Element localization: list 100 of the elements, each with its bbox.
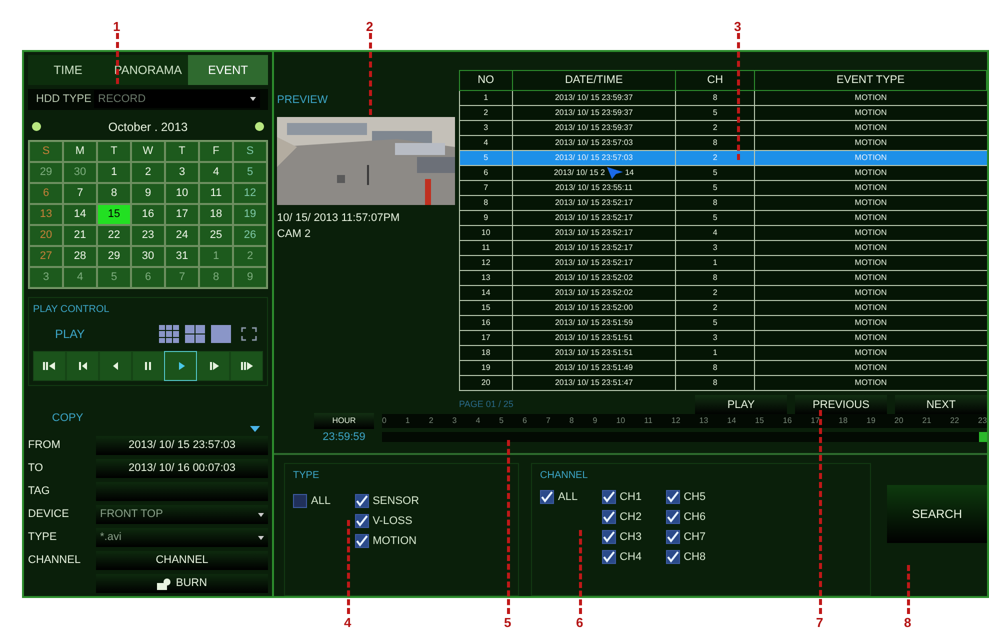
dropdown[interactable]: FRONT TOP <box>96 505 268 524</box>
calendar-day[interactable]: 2 <box>131 162 165 182</box>
fullscreen-icon[interactable] <box>241 326 257 340</box>
table-cell: MOTION <box>754 166 986 180</box>
calendar-day[interactable]: 28 <box>63 246 97 266</box>
calendar-day[interactable]: 21 <box>63 224 97 246</box>
checkbox[interactable] <box>666 490 680 504</box>
step-back-button[interactable] <box>66 350 99 380</box>
event-row[interactable]: 15 2013/ 10/ 15 23:52:00 2 MOTION <box>460 300 986 316</box>
checkbox[interactable] <box>354 514 369 528</box>
hour-label: 17 <box>810 415 820 427</box>
event-row[interactable]: 6 2013/ 10/ 15 2 14 5 MOTION <box>460 166 986 180</box>
checkbox[interactable] <box>293 494 307 508</box>
checkbox[interactable] <box>602 550 616 564</box>
fast-rewind-button[interactable] <box>33 350 66 380</box>
calendar-day[interactable]: 11 <box>199 182 233 204</box>
event-row[interactable]: 10 2013/ 10/ 15 23:52:17 4 MOTION <box>460 226 986 240</box>
search-button[interactable]: SEARCH <box>887 485 987 543</box>
step-forward-button[interactable] <box>197 350 230 380</box>
event-row[interactable]: 3 2013/ 10/ 15 23:59:37 2 MOTION <box>460 120 986 136</box>
prev-month-button[interactable] <box>32 122 41 131</box>
event-row[interactable]: 1 2013/ 10/ 15 23:59:37 8 MOTION <box>460 90 986 106</box>
calendar-day[interactable]: 23 <box>131 224 165 246</box>
calendar-day[interactable]: 15 <box>97 204 131 224</box>
pager-button[interactable]: NEXT <box>895 395 987 415</box>
event-row[interactable]: 20 2013/ 10/ 15 23:51:47 8 MOTION <box>460 376 986 390</box>
checkbox[interactable] <box>354 494 369 508</box>
field-label: DEVICE <box>28 507 70 522</box>
checkbox-label: CH5 <box>684 490 706 505</box>
callout-number: 1 <box>113 20 120 34</box>
burn-button[interactable]: BURN <box>96 574 268 593</box>
checkbox[interactable] <box>602 490 616 504</box>
pause-button[interactable] <box>132 350 164 380</box>
checkbox[interactable] <box>666 530 680 544</box>
table-cell: 8 <box>676 196 755 210</box>
event-row[interactable]: 9 2013/ 10/ 15 23:52:17 5 MOTION <box>460 210 986 226</box>
checkbox[interactable] <box>666 510 680 524</box>
checkbox[interactable] <box>602 510 616 524</box>
calendar-day[interactable]: 14 <box>63 204 97 224</box>
calendar-day[interactable]: 5 <box>233 162 267 182</box>
event-row[interactable]: 14 2013/ 10/ 15 23:52:02 2 MOTION <box>460 286 986 300</box>
event-row[interactable]: 12 2013/ 10/ 15 23:52:17 1 MOTION <box>460 256 986 270</box>
grid-four-icon[interactable] <box>185 324 205 342</box>
calendar-day[interactable]: 9 <box>131 182 165 204</box>
calendar-day[interactable]: 30 <box>131 246 165 266</box>
pager-button[interactable]: PLAY <box>695 395 787 415</box>
checkbox[interactable] <box>540 490 554 504</box>
event-row[interactable]: 4 2013/ 10/ 15 23:57:03 8 MOTION <box>460 136 986 150</box>
event-row[interactable]: 19 2013/ 10/ 15 23:51:49 8 MOTION <box>460 360 986 376</box>
checkbox[interactable] <box>666 550 680 564</box>
hdd-type-dropdown[interactable]: RECORD <box>94 90 260 108</box>
event-row[interactable]: 18 2013/ 10/ 15 23:51:51 1 MOTION <box>460 346 986 360</box>
calendar-day[interactable]: 18 <box>199 204 233 224</box>
calendar-day[interactable]: 25 <box>199 224 233 246</box>
calendar-day[interactable]: 7 <box>63 182 97 204</box>
table-cell: 15 <box>460 300 512 316</box>
event-row[interactable]: 7 2013/ 10/ 15 23:55:11 5 MOTION <box>460 180 986 196</box>
input-field[interactable]: 2013/ 10/ 16 00:07:03 <box>96 459 268 478</box>
calendar-day[interactable]: 3 <box>165 162 199 182</box>
fast-forward-button[interactable] <box>230 350 264 380</box>
grid-nine-icon[interactable] <box>159 324 179 342</box>
input-field[interactable] <box>96 482 268 501</box>
event-row[interactable]: 17 2013/ 10/ 15 23:51:51 3 MOTION <box>460 330 986 346</box>
dropdown-icon[interactable] <box>250 426 260 432</box>
event-row[interactable]: 16 2013/ 10/ 15 23:51:59 5 MOTION <box>460 316 986 330</box>
calendar-day[interactable]: 31 <box>165 246 199 266</box>
next-month-button[interactable] <box>254 122 264 131</box>
checkbox[interactable] <box>354 534 369 548</box>
calendar-day[interactable]: 16 <box>131 204 165 224</box>
calendar-day[interactable]: 29 <box>97 246 131 266</box>
dropdown[interactable]: *.avi <box>96 528 268 547</box>
checkbox[interactable] <box>602 530 616 544</box>
calendar-day[interactable]: 4 <box>199 162 233 182</box>
timeline-marker[interactable] <box>979 432 987 442</box>
event-row[interactable]: 2 2013/ 10/ 15 23:59:37 5 MOTION <box>460 106 986 120</box>
single-view-icon[interactable] <box>211 324 231 342</box>
play-button[interactable] <box>164 350 198 380</box>
calendar-day[interactable]: 22 <box>97 224 131 246</box>
event-row[interactable]: 13 2013/ 10/ 15 23:52:02 8 MOTION <box>460 270 986 286</box>
event-row[interactable]: 11 2013/ 10/ 15 23:52:17 3 MOTION <box>460 240 986 256</box>
tab[interactable]: TIME <box>28 55 108 85</box>
event-row[interactable]: 8 2013/ 10/ 15 23:52:17 8 MOTION <box>460 196 986 210</box>
calendar-day[interactable]: 24 <box>165 224 199 246</box>
calendar-day[interactable]: 17 <box>165 204 199 224</box>
calendar-day[interactable]: 8 <box>97 182 131 204</box>
input-field[interactable]: 2013/ 10/ 15 23:57:03 <box>96 436 268 455</box>
calendar-day[interactable]: 19 <box>233 204 267 224</box>
pager-button[interactable]: PREVIOUS <box>795 395 887 415</box>
table-cell: 2 <box>676 286 755 300</box>
hour-button[interactable]: HOUR <box>314 413 374 429</box>
calendar-day[interactable]: 26 <box>233 224 267 246</box>
calendar-day[interactable]: 10 <box>165 182 199 204</box>
tab[interactable]: EVENT <box>188 55 268 85</box>
table-cell: MOTION <box>754 256 986 270</box>
tab[interactable]: PANORAMA <box>108 55 188 85</box>
calendar-day[interactable]: 12 <box>233 182 267 204</box>
weekday-label: T <box>165 140 199 162</box>
table-cell: 2013/ 10/ 15 2 14 <box>512 166 676 180</box>
channel-button[interactable]: CHANNEL <box>96 551 268 570</box>
calendar-day[interactable]: 1 <box>97 162 131 182</box>
